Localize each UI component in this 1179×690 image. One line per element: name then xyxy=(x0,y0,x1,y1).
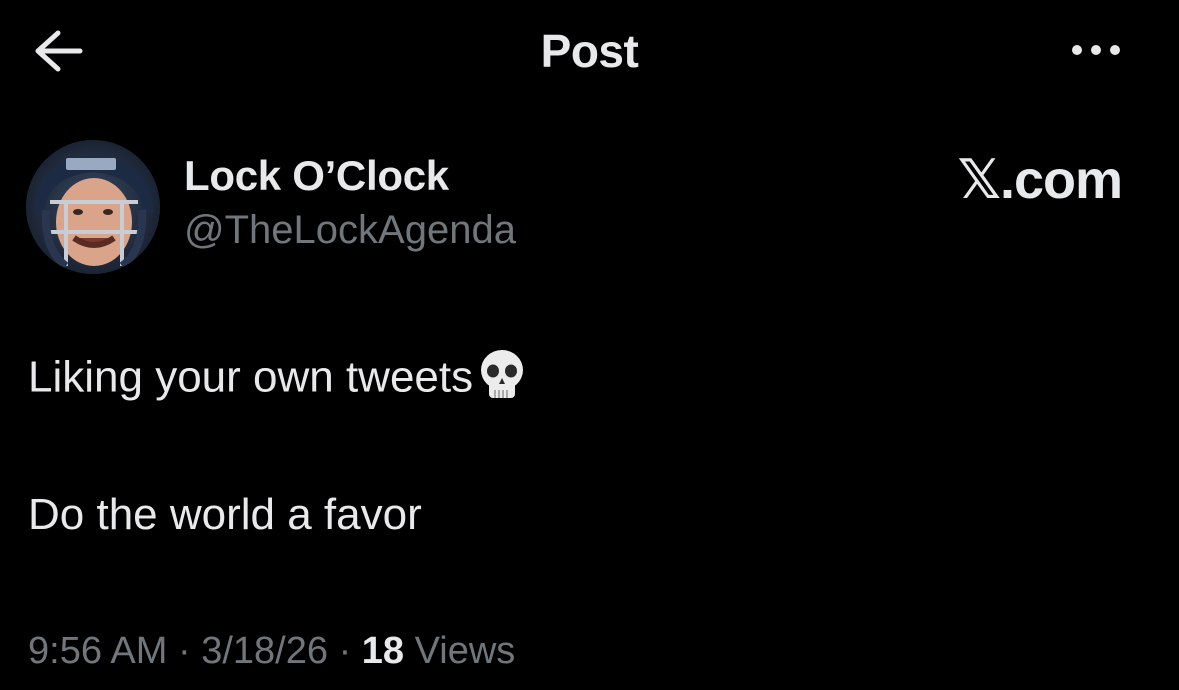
post-text-line-2: Do the world a favor xyxy=(28,490,422,539)
more-dot xyxy=(1110,45,1120,55)
post-text: Liking your own tweets xyxy=(28,352,474,402)
meta-separator: · xyxy=(338,630,352,672)
skull-emoji-icon xyxy=(481,350,524,398)
avatar[interactable] xyxy=(26,140,160,274)
source-watermark: 𝕏.com xyxy=(957,150,1123,210)
post-screen: Post Lock O’Clock @TheLockAgenda 𝕏.com L… xyxy=(0,0,1179,690)
post-date[interactable]: 3/18/26 xyxy=(201,630,328,672)
post-time[interactable]: 9:56 AM xyxy=(28,630,167,672)
views-count[interactable]: 18 xyxy=(362,630,404,672)
avatar-image xyxy=(26,140,160,274)
arrow-left-icon xyxy=(35,30,83,72)
top-bar: Post xyxy=(0,0,1179,110)
more-horizontal-icon xyxy=(1072,45,1082,55)
more-button[interactable] xyxy=(1058,30,1134,70)
author-header: Lock O’Clock @TheLockAgenda 𝕏.com xyxy=(26,132,1156,274)
author-handle[interactable]: @TheLockAgenda xyxy=(184,208,516,253)
more-dot xyxy=(1091,45,1101,55)
back-button[interactable] xyxy=(28,24,88,78)
post-text-line-1: Liking your own tweets xyxy=(28,350,527,408)
page-title: Post xyxy=(540,25,639,77)
author-display-name[interactable]: Lock O’Clock xyxy=(184,152,449,200)
post-meta: 9:56 AM · 3/18/26 · 18 Views xyxy=(28,630,515,673)
views-label[interactable]: Views xyxy=(415,630,516,672)
meta-separator: · xyxy=(177,630,191,672)
